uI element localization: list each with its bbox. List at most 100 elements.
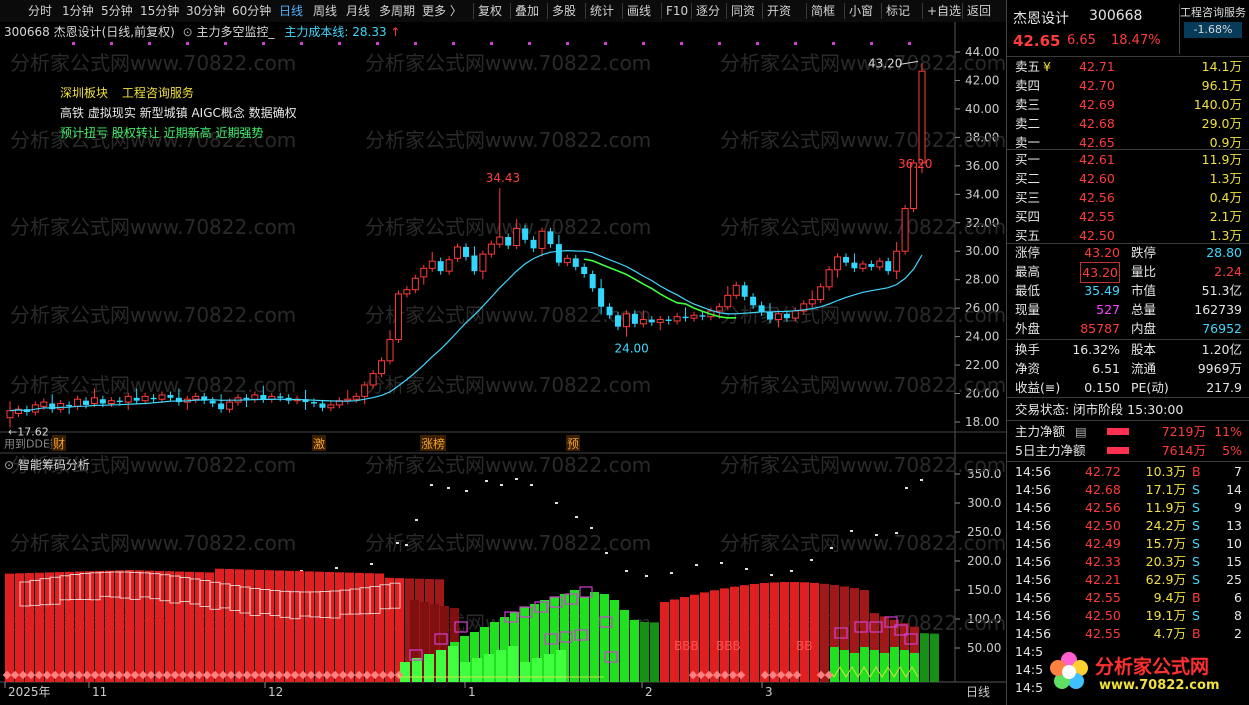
candle-body xyxy=(83,400,89,405)
tool-button-13[interactable]: 返回 xyxy=(967,0,991,22)
candle-body xyxy=(141,395,149,402)
chip-bar xyxy=(720,588,729,682)
period-tab-7[interactable]: 周线 xyxy=(313,0,337,22)
flow-label: 主力净额 xyxy=(1015,424,1066,439)
period-tab-8[interactable]: 月线 xyxy=(346,0,370,22)
indicator-name[interactable]: 主力多空监控_ xyxy=(197,25,275,39)
signal-dot xyxy=(490,42,493,45)
industry-label: 工程咨询服务 xyxy=(1180,6,1246,19)
tool-button-9[interactable]: 简框 xyxy=(811,0,835,22)
toolbar-separator xyxy=(473,3,474,19)
tick-price: 42.33 xyxy=(1085,554,1121,569)
list-icon[interactable]: ▤ xyxy=(1075,422,1087,441)
candle-body xyxy=(133,397,140,401)
tool-button-8[interactable]: 开资 xyxy=(767,0,791,22)
watermark-text: 分析家公式网www.70822.com xyxy=(720,51,1006,75)
industry-box[interactable]: 工程咨询服务 -1.68% xyxy=(1179,4,1246,54)
candle-body xyxy=(750,296,757,306)
candle-body xyxy=(918,70,926,164)
signal-dot xyxy=(414,42,417,45)
stock-code-name: 300668 杰恩设计(日线,前复权) xyxy=(4,25,175,39)
tool-button-1[interactable]: 叠加 xyxy=(515,0,539,22)
toolbar-separator xyxy=(881,3,882,19)
period-tab-4[interactable]: 30分钟 xyxy=(186,0,225,22)
period-tab-3[interactable]: 15分钟 xyxy=(140,0,179,22)
chip-dot xyxy=(500,484,503,486)
chip-dot xyxy=(810,559,813,561)
candle-body xyxy=(648,319,655,323)
chip-bar xyxy=(195,572,204,682)
stat-value: 527 xyxy=(1096,302,1120,317)
stat-label: PE(动) xyxy=(1131,380,1169,395)
candle-body xyxy=(673,316,681,322)
tick-time: 14:56 xyxy=(1015,608,1052,623)
tick-time: 14:56 xyxy=(1015,572,1052,587)
candle-body xyxy=(411,277,419,291)
stat-row: 最高 43.20 量比 2.24 xyxy=(1007,262,1249,283)
candle-body xyxy=(639,319,647,325)
tool-button-11[interactable]: 标记 xyxy=(886,0,910,22)
chip-bar xyxy=(165,571,174,682)
tool-button-7[interactable]: 同资 xyxy=(731,0,755,22)
candle-body xyxy=(471,255,478,272)
chip-bar xyxy=(35,572,44,682)
logo-url: www.70822.com xyxy=(1099,678,1220,693)
chevron-down-icon[interactable]: ⊙ xyxy=(4,458,14,472)
chart-area[interactable]: 44.00 42.00 40.00 38.00 36.00 34.00 32.00 30.00… xyxy=(0,22,1006,705)
tick-time-partial: 14:5 xyxy=(1015,680,1044,695)
signal-dot xyxy=(718,42,721,45)
bid-price: 42.61 xyxy=(1079,152,1115,167)
candle-body xyxy=(859,263,867,269)
period-tab-1[interactable]: 1分钟 xyxy=(62,0,94,22)
divider xyxy=(1007,461,1249,462)
tick-row: 14:56 42.21 62.9万 S 25 xyxy=(1007,571,1249,589)
candle-body xyxy=(243,397,250,400)
chip-bar xyxy=(105,570,114,682)
period-tab-2[interactable]: 5分钟 xyxy=(101,0,133,22)
stat-label: 总量 xyxy=(1131,302,1157,317)
signal-dot xyxy=(224,42,227,45)
chip-bar xyxy=(760,583,769,682)
chip-dot xyxy=(850,530,853,532)
tool-button-12[interactable]: +自选 xyxy=(927,0,961,22)
period-tab-5[interactable]: 60分钟 xyxy=(232,0,271,22)
period-tab-10[interactable]: 更多 〉 xyxy=(422,0,462,22)
flow-pct: 11% xyxy=(1214,424,1242,439)
tick-price: 42.21 xyxy=(1085,572,1121,587)
candle-body xyxy=(378,360,386,375)
candle-body xyxy=(876,260,884,268)
tool-button-4[interactable]: 画线 xyxy=(627,0,651,22)
tool-button-3[interactable]: 统计 xyxy=(590,0,614,22)
chip-dot xyxy=(575,516,578,518)
tool-button-6[interactable]: 逐分 xyxy=(696,0,720,22)
stat-row: 收益(≡) 0.150 PE(动) 217.9 xyxy=(1007,378,1249,397)
chip-bar xyxy=(412,658,422,682)
chip-bar xyxy=(610,600,619,682)
signal-dot xyxy=(680,42,683,45)
candle-body xyxy=(394,293,402,340)
tick-time: 14:56 xyxy=(1015,518,1052,533)
period-tab-9[interactable]: 多周期 xyxy=(379,0,415,22)
tool-button-5[interactable]: F10 xyxy=(666,0,688,22)
stat-value: 162739 xyxy=(1194,302,1242,317)
period-tab-0[interactable]: 分时 xyxy=(28,0,52,22)
tool-button-10[interactable]: 小窗 xyxy=(849,0,873,22)
candle-body xyxy=(843,256,849,263)
period-tab-6[interactable]: 日线 xyxy=(279,0,303,22)
signal-dot xyxy=(72,42,75,45)
tool-button-2[interactable]: 多股 xyxy=(552,0,576,22)
watermark-text: 分析家公式网www.70822.com xyxy=(365,51,651,75)
chevron-down-icon[interactable]: ⊙ xyxy=(183,25,193,39)
price-tick-label: 28.00 xyxy=(965,273,999,287)
candle-body xyxy=(732,284,740,296)
chip-dot xyxy=(447,487,450,489)
lower-tick-label: 300.0 xyxy=(967,496,1001,510)
date-label: 11 xyxy=(92,685,107,699)
tick-time-partial: 14:5 xyxy=(1015,644,1044,659)
ask-label: 卖二 xyxy=(1015,116,1041,131)
watermark-text: 分析家公式网www.70822.com xyxy=(365,453,651,477)
tool-button-0[interactable]: 复权 xyxy=(478,0,502,22)
tick-count: 8 xyxy=(1234,608,1242,623)
date-label: 12 xyxy=(268,685,283,699)
chip-dot xyxy=(465,490,468,492)
